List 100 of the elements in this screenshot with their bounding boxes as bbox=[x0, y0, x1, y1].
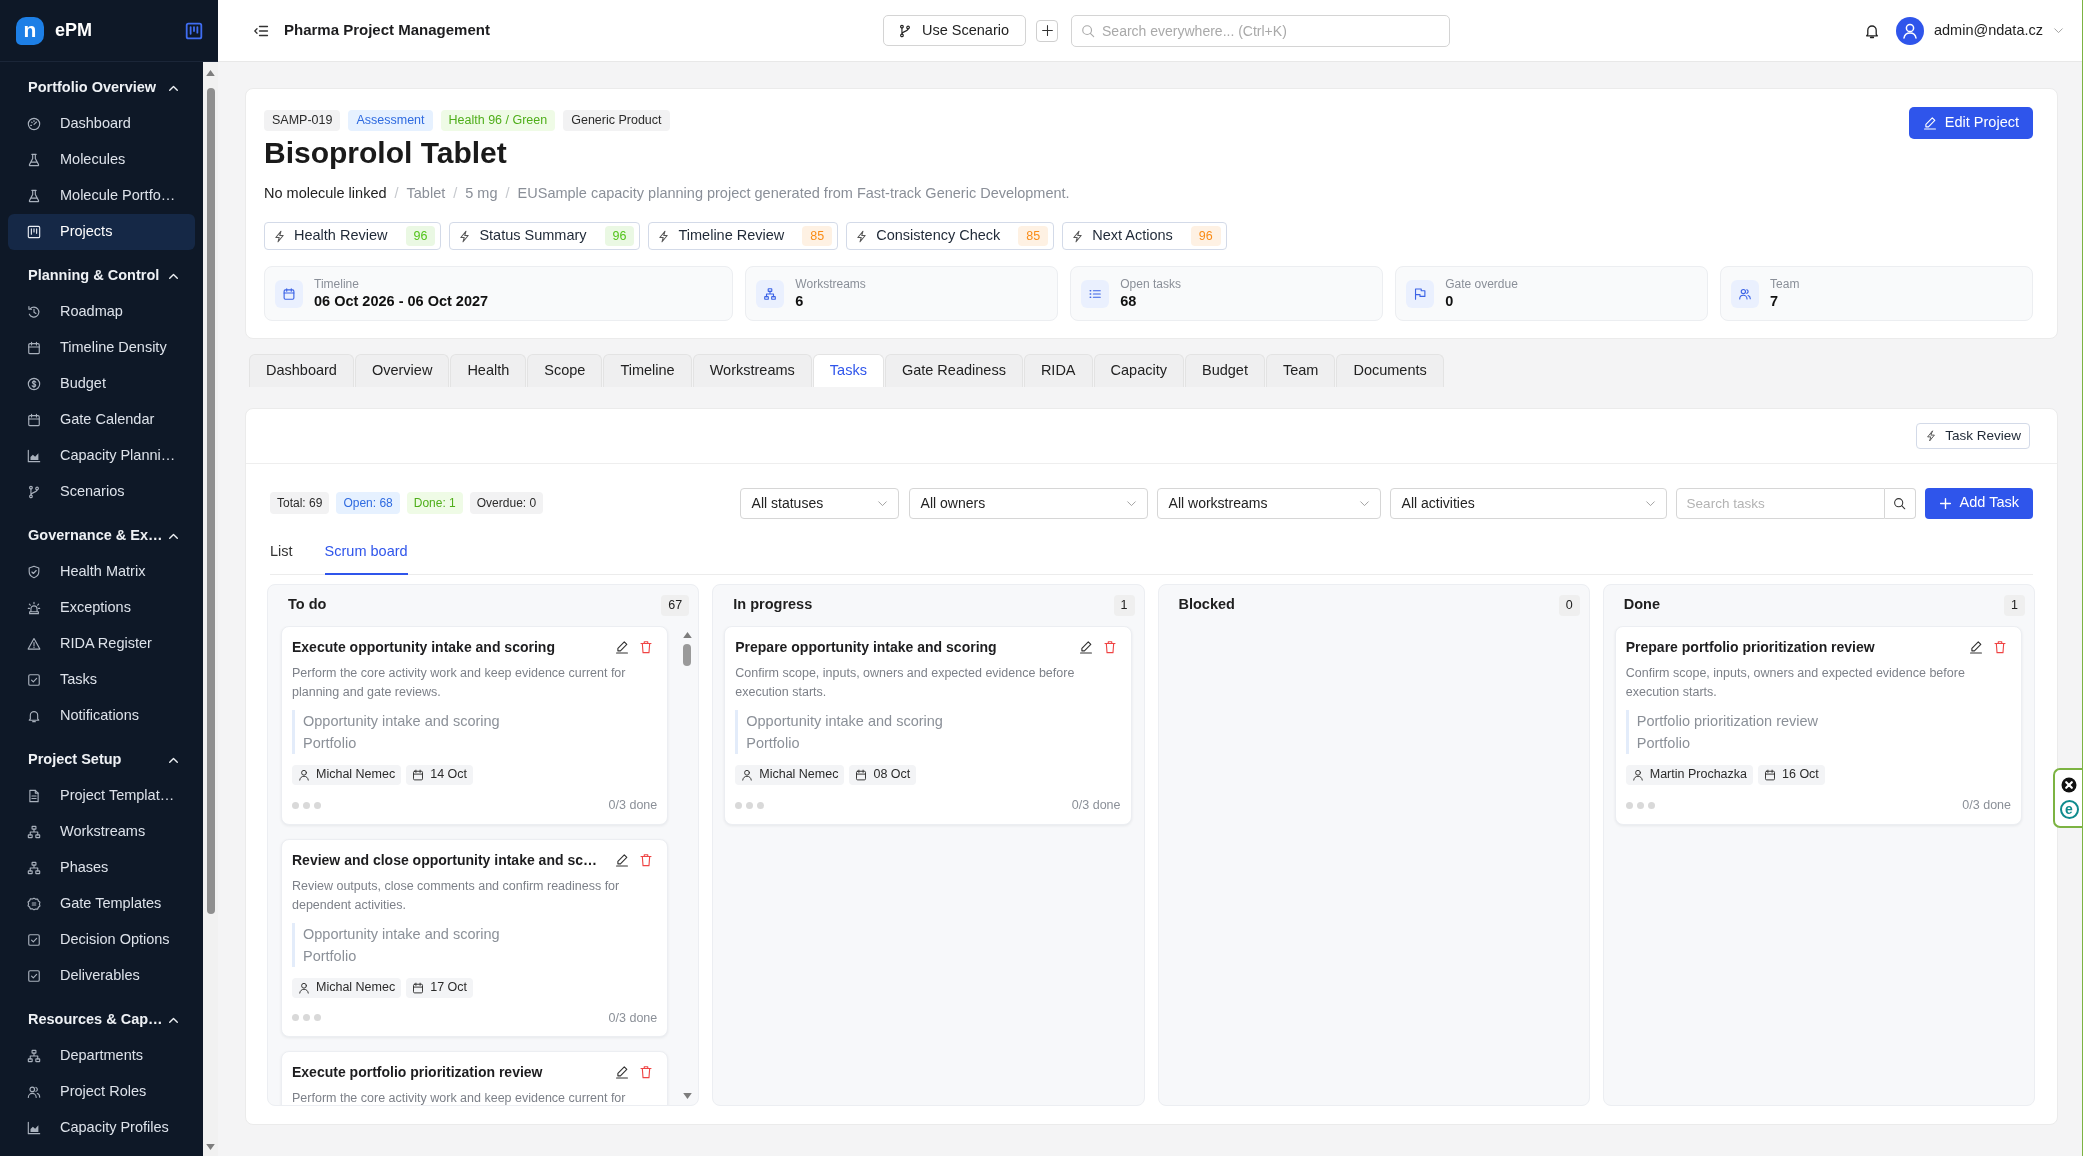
pencil-icon[interactable] bbox=[1969, 639, 1983, 654]
app-name: ePM bbox=[55, 19, 92, 42]
trash-icon[interactable] bbox=[1102, 639, 1117, 654]
task-card[interactable]: Review and close opportunity intake and sc… Review outputs, close comments and confirm readiness for dependent activities. Opportunity intake and scoring Portfolio Michal Nemec 17 Oct 0/3 done bbox=[281, 838, 669, 1038]
search-field[interactable]: Search tasks bbox=[1675, 487, 1885, 519]
lightning-icon bbox=[458, 229, 472, 243]
sidebar-item[interactable]: Scenarios bbox=[8, 474, 195, 510]
sidebar-item[interactable]: Budget bbox=[8, 366, 195, 402]
sidebar-item[interactable]: RIDA Register bbox=[8, 626, 195, 662]
scrollbar[interactable] bbox=[203, 62, 218, 1156]
ai-review-button[interactable]: Consistency Check 85 bbox=[846, 222, 1055, 250]
add-button[interactable] bbox=[1036, 19, 1058, 42]
ai-review-button[interactable]: Timeline Review 85 bbox=[648, 222, 839, 250]
sidebar-item[interactable]: Dashboard bbox=[8, 106, 195, 142]
trash-icon[interactable] bbox=[639, 1065, 654, 1080]
scrollbar-thumb[interactable] bbox=[206, 88, 215, 914]
section-header[interactable]: Portfolio Overview bbox=[8, 76, 195, 100]
review-score: 96 bbox=[1190, 225, 1221, 247]
stat-value: 6 bbox=[795, 291, 805, 311]
scroll-up-icon[interactable] bbox=[682, 631, 692, 638]
sidebar-item[interactable]: Tasks bbox=[8, 662, 195, 698]
filter-dropdown[interactable]: All activities bbox=[1389, 487, 1667, 519]
ai-review-button[interactable]: Health Review 96 bbox=[264, 222, 442, 250]
bell-icon[interactable] bbox=[1863, 22, 1880, 39]
tab[interactable]: Workstreams bbox=[692, 354, 812, 387]
tab[interactable]: Health bbox=[450, 354, 527, 387]
sidebar-item[interactable]: Exceptions bbox=[8, 590, 195, 626]
sidebar-item[interactable]: Departments bbox=[8, 1038, 195, 1074]
scrollbar-thumb[interactable] bbox=[683, 643, 692, 666]
task-review-button[interactable]: Task Review bbox=[1916, 423, 2030, 449]
ai-review-button[interactable]: Next Actions 96 bbox=[1062, 222, 1227, 250]
edit-project-button[interactable]: Edit Project bbox=[1908, 107, 2033, 139]
sidebar-item[interactable]: Phases bbox=[8, 850, 195, 886]
scroll-down-icon[interactable] bbox=[206, 1144, 215, 1150]
sidebar-item[interactable]: Molecules bbox=[8, 142, 195, 178]
tab[interactable]: Budget bbox=[1184, 354, 1265, 387]
sidebar-item[interactable]: Project Roles bbox=[8, 1074, 195, 1110]
sidebar-item[interactable]: Notifications bbox=[8, 698, 195, 734]
sidebar-item[interactable]: Projects bbox=[8, 214, 195, 250]
bell-icon bbox=[27, 709, 41, 723]
section-header[interactable]: Project Setup bbox=[8, 748, 195, 772]
tab[interactable]: Team bbox=[1265, 354, 1336, 387]
close-icon[interactable] bbox=[2061, 777, 2077, 793]
sidebar-item[interactable]: Molecule Portfo… bbox=[8, 178, 195, 214]
kanban-icon[interactable] bbox=[185, 21, 203, 40]
sidebar-item[interactable]: Gate Templates bbox=[8, 886, 195, 922]
pencil-icon[interactable] bbox=[615, 1065, 630, 1080]
task-card[interactable]: Execute opportunity intake and scoring Perform the core activity work and keep evidence current for planning and gate reviews. Opportunity intake and scoring Portfolio Michal Nemec 14 Oct 0/3 done bbox=[281, 625, 669, 825]
pencil-icon[interactable] bbox=[1078, 639, 1093, 654]
task-title: Execute portfolio prioritization review bbox=[292, 1063, 544, 1083]
avatar-icon[interactable] bbox=[1895, 16, 1924, 45]
sidebar-item[interactable]: Timeline Density bbox=[8, 330, 195, 366]
section-header[interactable]: Resources & Cap… bbox=[8, 1008, 195, 1032]
pencil-icon[interactable] bbox=[615, 639, 630, 654]
clock-icon bbox=[27, 305, 41, 319]
trash-icon[interactable] bbox=[639, 639, 654, 654]
task-card[interactable]: Prepare portfolio prioritization review Confirm scope, inputs, owners and expected evidence before execution starts. Portfolio prioritization review Portfolio Martin Prochazka 16 Oct 0/3 done bbox=[1614, 625, 2022, 825]
sidebar-item[interactable]: Deliverables bbox=[8, 958, 195, 994]
sidebar-item[interactable]: Health Matrix bbox=[8, 554, 195, 590]
extension-logo[interactable]: e bbox=[2059, 800, 2079, 819]
section-header[interactable]: Governance & Ex… bbox=[8, 524, 195, 548]
chevron-down-icon[interactable] bbox=[2053, 25, 2064, 36]
search-field[interactable]: Search everywhere... (Ctrl+K) bbox=[1071, 14, 1450, 47]
sidebar-item[interactable]: Capacity Profiles bbox=[8, 1110, 195, 1146]
filter-dropdown[interactable]: All statuses bbox=[739, 487, 899, 519]
task-description: Confirm scope, inputs, owners and expected evidence before execution starts. bbox=[1625, 664, 1966, 701]
tab[interactable]: Dashboard bbox=[249, 354, 354, 387]
task-card[interactable]: Prepare opportunity intake and scoring Confirm scope, inputs, owners and expected evidence before execution starts. Opportunity intake and scoring Portfolio Michal Nemec 08 Oct 0/3 done bbox=[724, 625, 1132, 825]
section-header[interactable]: Planning & Control bbox=[8, 264, 195, 288]
tab[interactable]: Overview bbox=[354, 354, 450, 387]
trash-icon[interactable] bbox=[1993, 639, 2007, 654]
view-tab[interactable]: List bbox=[270, 541, 293, 575]
sidebar-item[interactable]: Roadmap bbox=[8, 294, 195, 330]
trash-icon[interactable] bbox=[639, 852, 654, 867]
tab[interactable]: Documents bbox=[1336, 354, 1444, 387]
flask-icon bbox=[27, 153, 41, 167]
pencil-icon[interactable] bbox=[615, 852, 630, 867]
scroll-up-icon[interactable] bbox=[206, 70, 215, 76]
filter-dropdown[interactable]: All workstreams bbox=[1156, 487, 1381, 519]
tab[interactable]: Gate Readiness bbox=[884, 354, 1023, 387]
task-card[interactable]: Execute portfolio prioritization review Perform the core activity work and keep evidence current for bbox=[281, 1051, 669, 1105]
search-button[interactable] bbox=[1884, 487, 1916, 519]
scroll-down-icon[interactable] bbox=[682, 1093, 692, 1099]
add-task-button[interactable]: Add Task bbox=[1924, 487, 2033, 519]
sidebar-item[interactable]: Gate Calendar bbox=[8, 402, 195, 438]
use-scenario-button[interactable]: Use Scenario bbox=[882, 15, 1026, 46]
sidebar-item[interactable]: Decision Options bbox=[8, 922, 195, 958]
tab[interactable]: Scope bbox=[527, 354, 603, 387]
view-tab[interactable]: Scrum board bbox=[324, 541, 408, 575]
sidebar-item[interactable]: Capacity Planni… bbox=[8, 438, 195, 474]
filter-dropdown[interactable]: All owners bbox=[908, 487, 1148, 519]
tab[interactable]: RIDA bbox=[1023, 354, 1093, 387]
tab[interactable]: Timeline bbox=[603, 354, 692, 387]
sidebar-item[interactable]: Project Templat… bbox=[8, 778, 195, 814]
tab[interactable]: Capacity bbox=[1093, 354, 1184, 387]
assignee-name: Michal Nemec bbox=[316, 979, 396, 997]
user-name[interactable]: admin@ndata.cz bbox=[1933, 19, 2043, 42]
ai-review-button[interactable]: Status Summary 96 bbox=[449, 222, 641, 250]
tab[interactable]: Tasks bbox=[812, 354, 884, 387]
sidebar-item[interactable]: Workstreams bbox=[8, 814, 195, 850]
